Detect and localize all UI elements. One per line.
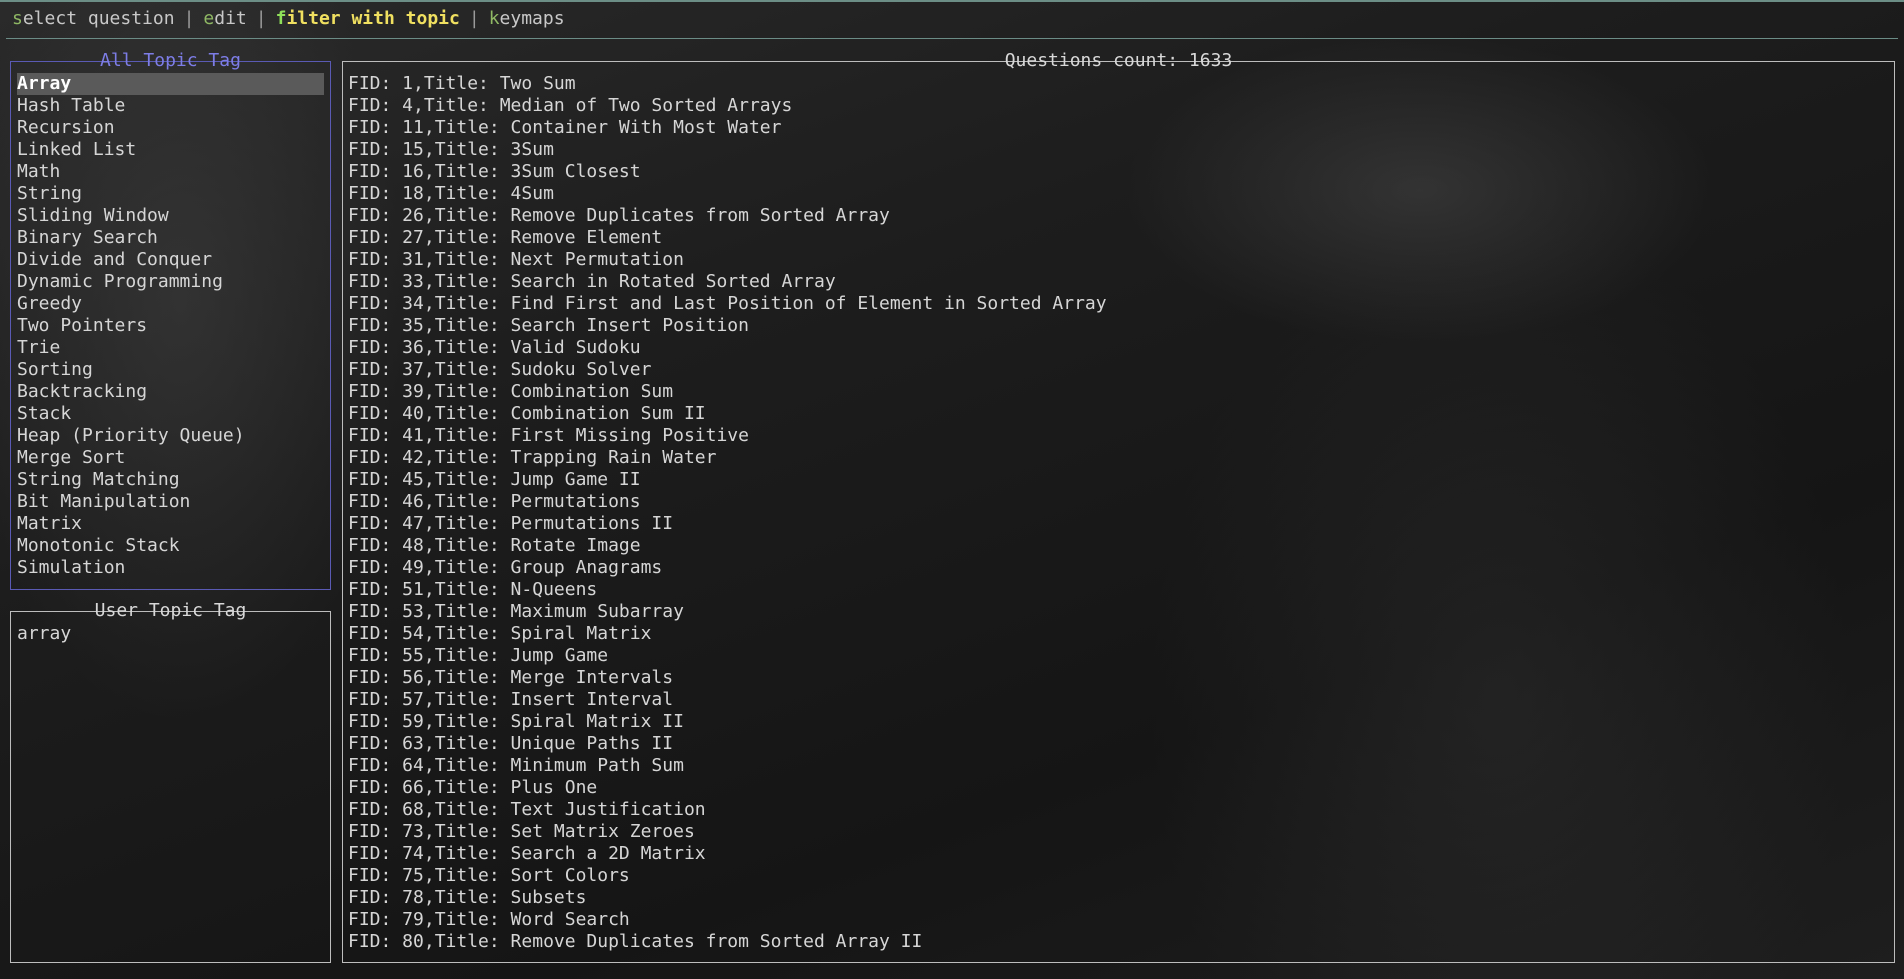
topic-tag-item[interactable]: Simulation (17, 557, 324, 579)
topic-tag-item[interactable]: Dynamic Programming (17, 271, 324, 293)
topic-tag-item[interactable]: Stack (17, 403, 324, 425)
question-item[interactable]: FID: 54,Title: Spiral Matrix (348, 623, 1888, 645)
all-topic-tag-title-text: All Topic Tag (100, 50, 241, 71)
question-item[interactable]: FID: 46,Title: Permutations (348, 491, 1888, 513)
question-item[interactable]: FID: 63,Title: Unique Paths II (348, 733, 1888, 755)
question-item[interactable]: FID: 56,Title: Merge Intervals (348, 667, 1888, 689)
question-item[interactable]: FID: 33,Title: Search in Rotated Sorted … (348, 271, 1888, 293)
question-item[interactable]: FID: 66,Title: Plus One (348, 777, 1888, 799)
question-item[interactable]: FID: 40,Title: Combination Sum II (348, 403, 1888, 425)
topic-tag-item[interactable]: Matrix (17, 513, 324, 535)
tab-select-question-label: elect question (22, 8, 175, 29)
user-topic-tag-panel[interactable]: User Topic Tag array (10, 600, 331, 963)
tab-list: select question | edit | filter with top… (12, 6, 565, 32)
topic-tag-item[interactable]: String Matching (17, 469, 324, 491)
tab-select-question[interactable]: select question (12, 6, 175, 32)
question-item[interactable]: FID: 79,Title: Word Search (348, 909, 1888, 931)
question-item[interactable]: FID: 64,Title: Minimum Path Sum (348, 755, 1888, 777)
tab-keymaps[interactable]: keymaps (489, 6, 565, 32)
question-item[interactable]: FID: 73,Title: Set Matrix Zeroes (348, 821, 1888, 843)
topic-tag-item[interactable]: Linked List (17, 139, 324, 161)
tab-separator: | (255, 8, 267, 29)
question-list[interactable]: FID: 1,Title: Two Sum FID: 4,Title: Media… (348, 73, 1888, 953)
question-item[interactable]: FID: 55,Title: Jump Game (348, 645, 1888, 667)
all-topic-tag-panel[interactable]: All Topic Tag Array Hash Table Recursion Li… (10, 50, 331, 590)
question-item[interactable]: FID: 16,Title: 3Sum Closest (348, 161, 1888, 183)
question-item[interactable]: FID: 74,Title: Search a 2D Matrix (348, 843, 1888, 865)
question-item[interactable]: FID: 51,Title: N-Queens (348, 579, 1888, 601)
tab-keymaps-hotkey: k (488, 8, 500, 29)
question-item[interactable]: FID: 57,Title: Insert Interval (348, 689, 1888, 711)
question-item[interactable]: FID: 26,Title: Remove Duplicates from So… (348, 205, 1888, 227)
topic-tag-item[interactable]: Array (17, 73, 324, 95)
tab-separator: | (183, 8, 195, 29)
topic-tag-item[interactable]: Sorting (17, 359, 324, 381)
question-item[interactable]: FID: 78,Title: Subsets (348, 887, 1888, 909)
tab-select-question-hotkey: s (12, 8, 23, 29)
question-item[interactable]: FID: 36,Title: Valid Sudoku (348, 337, 1888, 359)
top-tab-bar: select question | edit | filter with top… (0, 0, 1904, 36)
tab-filter-with-topic-hotkey: f (275, 8, 287, 29)
tab-edit-hotkey: e (203, 8, 215, 29)
question-item[interactable]: FID: 31,Title: Next Permutation (348, 249, 1888, 271)
question-item[interactable]: FID: 80,Title: Remove Duplicates from So… (348, 931, 1888, 953)
tab-separator: | (468, 8, 480, 29)
question-item[interactable]: FID: 18,Title: 4Sum (348, 183, 1888, 205)
user-topic-tag-title: User Topic Tag (11, 599, 330, 623)
question-item[interactable]: FID: 49,Title: Group Anagrams (348, 557, 1888, 579)
questions-count-title-text: Questions count: 1633 (1004, 50, 1233, 71)
user-topic-tag-title-text: User Topic Tag (94, 600, 247, 621)
question-item[interactable]: FID: 11,Title: Container With Most Water (348, 117, 1888, 139)
question-item[interactable]: FID: 75,Title: Sort Colors (348, 865, 1888, 887)
question-item[interactable]: FID: 37,Title: Sudoku Solver (348, 359, 1888, 381)
questions-panel[interactable]: Questions count: 1633 FID: 1,Title: Two … (342, 50, 1895, 963)
topic-tag-item[interactable]: Binary Search (17, 227, 324, 249)
topic-tag-item[interactable]: Trie (17, 337, 324, 359)
topic-tag-item[interactable]: Merge Sort (17, 447, 324, 469)
question-item[interactable]: FID: 41,Title: First Missing Positive (348, 425, 1888, 447)
question-item[interactable]: FID: 68,Title: Text Justification (348, 799, 1888, 821)
question-item[interactable]: FID: 45,Title: Jump Game II (348, 469, 1888, 491)
question-item[interactable]: FID: 4,Title: Median of Two Sorted Array… (348, 95, 1888, 117)
question-item[interactable]: FID: 47,Title: Permutations II (348, 513, 1888, 535)
tab-bar-divider (6, 38, 1898, 39)
topic-tag-item[interactable]: Heap (Priority Queue) (17, 425, 324, 447)
topic-tag-item[interactable]: String (17, 183, 324, 205)
questions-count-title: Questions count: 1633 (343, 49, 1894, 73)
question-item[interactable]: FID: 53,Title: Maximum Subarray (348, 601, 1888, 623)
question-item[interactable]: FID: 27,Title: Remove Element (348, 227, 1888, 249)
tab-filter-with-topic-label: ilter with topic (286, 8, 460, 29)
question-item[interactable]: FID: 48,Title: Rotate Image (348, 535, 1888, 557)
question-item[interactable]: FID: 35,Title: Search Insert Position (348, 315, 1888, 337)
topic-tag-item[interactable]: Divide and Conquer (17, 249, 324, 271)
user-topic-tag-list[interactable]: array (17, 623, 324, 645)
user-topic-tag-item[interactable]: array (17, 623, 324, 645)
all-topic-tag-title: All Topic Tag (11, 49, 330, 73)
topic-tag-item[interactable]: Math (17, 161, 324, 183)
topic-tag-item[interactable]: Hash Table (17, 95, 324, 117)
tab-keymaps-label: eymaps (499, 8, 565, 29)
question-item[interactable]: FID: 1,Title: Two Sum (348, 73, 1888, 95)
tab-filter-with-topic[interactable]: filter with topic (276, 6, 460, 32)
question-item[interactable]: FID: 34,Title: Find First and Last Posit… (348, 293, 1888, 315)
topic-tag-item[interactable]: Recursion (17, 117, 324, 139)
topic-tag-item[interactable]: Monotonic Stack (17, 535, 324, 557)
topic-tag-item[interactable]: Bit Manipulation (17, 491, 324, 513)
all-topic-tag-list[interactable]: Array Hash Table Recursion Linked List Math S… (17, 73, 324, 579)
question-item[interactable]: FID: 15,Title: 3Sum (348, 139, 1888, 161)
tab-edit-label: dit (214, 8, 247, 29)
topic-tag-item[interactable]: Greedy (17, 293, 324, 315)
question-item[interactable]: FID: 42,Title: Trapping Rain Water (348, 447, 1888, 469)
topic-tag-item[interactable]: Sliding Window (17, 205, 324, 227)
question-item[interactable]: FID: 59,Title: Spiral Matrix II (348, 711, 1888, 733)
question-item[interactable]: FID: 39,Title: Combination Sum (348, 381, 1888, 403)
topic-tag-item[interactable]: Backtracking (17, 381, 324, 403)
tab-edit[interactable]: edit (203, 6, 246, 32)
topic-tag-item[interactable]: Two Pointers (17, 315, 324, 337)
